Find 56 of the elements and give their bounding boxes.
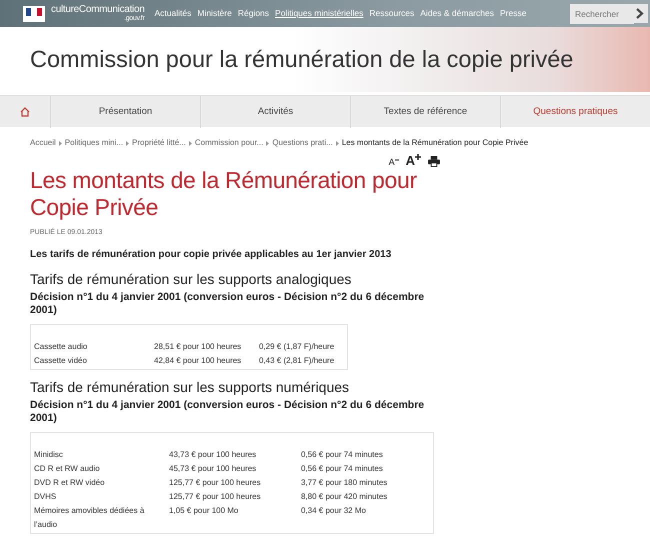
table-cell-text: 42,84 € pour 100 heures	[154, 354, 242, 367]
section-heading: Tarifs de rémunération sur les supports analogiques	[30, 270, 352, 288]
breadcrumb-link[interactable]: Propriété litté...	[132, 137, 186, 149]
section-subheading: Décision n°1 du 4 janvier 2001 (conversion euros - Décision n°2 du 6 décembre 2001)	[30, 290, 426, 316]
breadcrumb-link[interactable]: Accueil	[30, 137, 56, 149]
top-menu-link[interactable]: Régions	[238, 7, 270, 20]
top-menu-link[interactable]: Ressources	[369, 7, 414, 20]
print-icon[interactable]	[428, 156, 440, 167]
minus-icon[interactable]	[394, 158, 399, 162]
site-logo-text[interactable]: cultureCommunication	[51, 5, 144, 15]
breadcrumb-current: Les montants de la Rémunération pour Copie Privée	[342, 137, 528, 149]
table-cell-text: 0,29 € (1,87 F)/heure	[259, 340, 334, 353]
table-cell-text: 28,51 € pour 100 heures	[154, 340, 242, 353]
increase-font-button[interactable]: A	[406, 154, 421, 167]
table-cell-text: 0,43 € (2,81 F)/heure	[259, 354, 334, 367]
top-menu-link[interactable]: Ministère	[197, 7, 232, 20]
section-tab[interactable]: Activités	[200, 96, 350, 128]
article-title: Les montants de la Rémunération pour Copie Privée	[30, 167, 418, 221]
decrease-font-button[interactable]: A	[388, 158, 399, 167]
breadcrumb-link[interactable]: Commission pour...	[194, 137, 264, 149]
table-cell-text: Cassette audio	[34, 340, 88, 352]
table-cell-text: Mémoires amovibles dédiées à l’audio	[34, 504, 146, 530]
table-cell-text: 3,77 € pour 180 minutes	[301, 476, 388, 489]
search-field[interactable]: Rechercher	[570, 4, 634, 24]
section-subheading: Décision n°1 du 4 janvier 2001 (conversion euros - Décision n°2 du 6 décembre 2001)	[30, 398, 426, 424]
table-cell-text: 1,05 € pour 100 Mo	[169, 504, 240, 517]
table-cell-text: 125,77 € pour 100 heures	[169, 490, 262, 503]
breadcrumb-link[interactable]: Questions prati...	[272, 137, 333, 149]
intro-text: Les tarifs de rémunération pour copie privée applicables au 1er janvier 2013	[30, 248, 392, 262]
breadcrumb-arrow-icon	[336, 140, 339, 146]
breadcrumb-arrow-icon	[126, 140, 130, 146]
section-heading: Tarifs de rémunération sur les supports numériques	[30, 378, 350, 396]
section-tab[interactable]: Textes de référence	[350, 96, 500, 128]
breadcrumb-arrow-icon	[58, 140, 62, 146]
breadcrumb-link[interactable]: Politiques mini...	[64, 137, 124, 149]
table-cell-text: 0,56 € pour 74 minutes	[301, 448, 383, 461]
flag-logo-icon[interactable]	[23, 6, 45, 22]
table-cell-text: CD R et RW audio	[34, 462, 101, 474]
table-cell-text: DVHS	[34, 490, 58, 502]
table-cell-text: 8,80 € pour 420 minutes	[301, 490, 388, 503]
breadcrumb-arrow-icon	[266, 140, 270, 146]
breadcrumb-arrow-icon	[188, 140, 192, 146]
top-menu-link[interactable]: Actualités	[154, 7, 192, 20]
table-cell-text: Cassette vidéo	[34, 354, 88, 366]
top-menu-link[interactable]: Politiques ministérielles	[275, 7, 364, 20]
section-tab[interactable]: Présentation	[50, 96, 200, 128]
table-cell-text: 0,56 € pour 74 minutes	[301, 462, 383, 475]
table-cell-text: 45,73 € pour 100 heures	[169, 462, 258, 475]
table-cell-text: DVD R et RW vidéo	[34, 476, 106, 488]
home-icon[interactable]	[20, 106, 30, 116]
table-cell-text: 43,73 € pour 100 heures	[169, 448, 258, 461]
table-cell-text: 125,77 € pour 100 heures	[169, 476, 262, 489]
section-tab[interactable]: Questions pratiques	[500, 96, 650, 128]
table-cell-text: Minidisc	[34, 448, 64, 460]
table-cell-text: 0,34 € pour 32 Mo	[301, 504, 366, 517]
plus-icon[interactable]	[415, 154, 421, 160]
